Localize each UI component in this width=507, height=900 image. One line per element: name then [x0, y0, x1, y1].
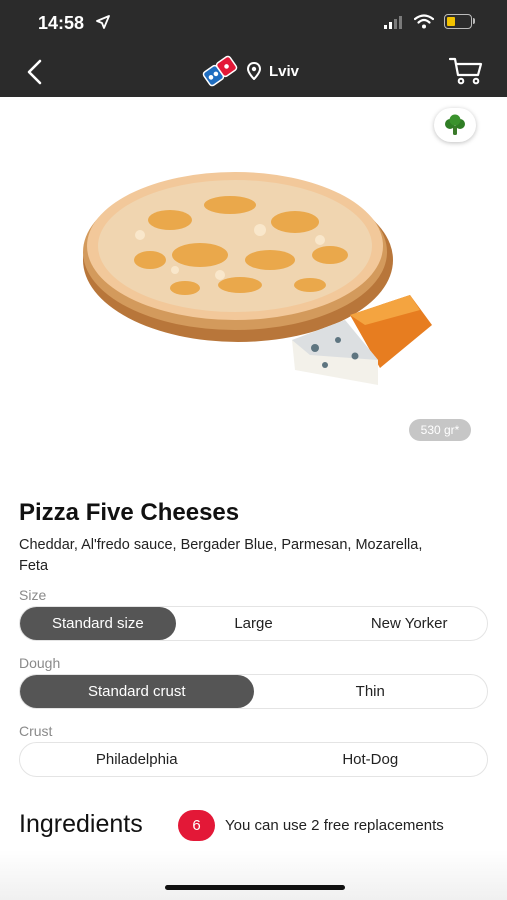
replacements-note: You can use 2 free replacements — [225, 817, 444, 834]
weight-badge: 530 gr* — [409, 419, 471, 441]
dominos-logo — [200, 54, 240, 93]
product-title: Pizza Five Cheeses — [19, 499, 240, 526]
dough-selector: Standard crust Thin — [19, 674, 488, 709]
crust-option-philadelphia[interactable]: Philadelphia — [20, 743, 254, 776]
dough-option-thin[interactable]: Thin — [254, 675, 488, 708]
city-label[interactable]: Lviv — [269, 63, 299, 80]
size-label: Size — [19, 587, 47, 603]
battery-icon — [444, 14, 472, 29]
size-selector: Standard size Large New Yorker — [19, 606, 488, 641]
ingredients-count-badge: 6 — [178, 810, 215, 841]
dough-label: Dough — [19, 655, 61, 671]
wifi-icon — [413, 14, 435, 34]
battery-tip — [473, 18, 475, 24]
crust-option-hot-dog[interactable]: Hot-Dog — [254, 743, 488, 776]
location-pin-icon — [246, 61, 262, 85]
status-time: 14:58 — [38, 13, 85, 33]
back-chevron-icon — [27, 59, 42, 85]
cart-button[interactable] — [448, 57, 483, 90]
location-arrow-icon — [96, 15, 110, 34]
crust-label: Crust — [19, 723, 53, 739]
size-option-new-yorker[interactable]: New Yorker — [331, 607, 487, 640]
product-description: Cheddar, Al'fredo sauce, Bergader Blue, … — [19, 537, 423, 574]
ingredients-title: Ingredients — [19, 810, 143, 838]
top-bar: 14:58 Lviv — [0, 0, 507, 97]
cart-icon — [448, 57, 483, 85]
crust-selector: Philadelphia Hot-Dog — [19, 742, 488, 777]
back-button[interactable] — [20, 57, 50, 87]
home-indicator[interactable] — [165, 885, 345, 890]
size-option-standard[interactable]: Standard size — [20, 607, 176, 640]
broccoli-icon — [445, 114, 465, 135]
vegetarian-badge — [434, 108, 476, 142]
dough-option-standard[interactable]: Standard crust — [20, 675, 254, 708]
size-option-large[interactable]: Large — [176, 607, 332, 640]
pizza-image — [80, 160, 440, 395]
signal-icon — [384, 16, 402, 29]
bottom-fade — [0, 850, 507, 900]
